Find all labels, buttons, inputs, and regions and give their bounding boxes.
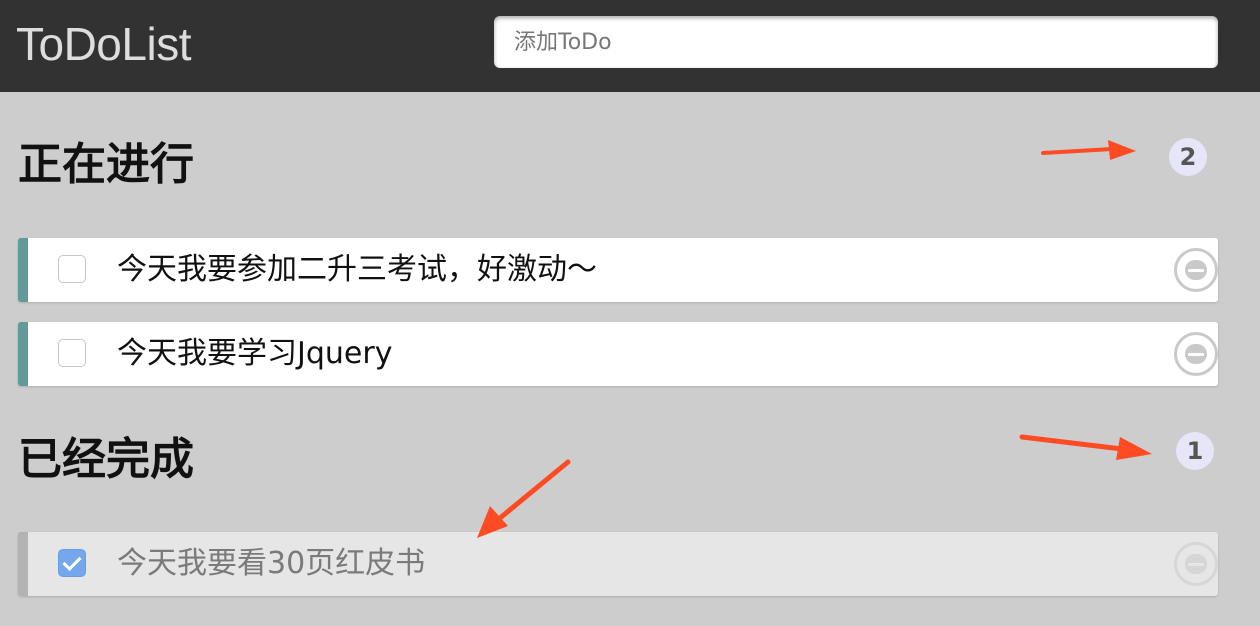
remove-circle-icon[interactable]: [1174, 248, 1218, 292]
todo-checkbox[interactable]: [58, 255, 86, 283]
app-title: ToDoList: [16, 18, 191, 70]
section-title-done: 已经完成: [18, 434, 194, 485]
todo-checkbox[interactable]: [58, 339, 86, 367]
add-todo-input[interactable]: [494, 16, 1218, 68]
section-title-in-progress: 正在进行: [18, 139, 194, 190]
todo-text: 今天我要参加二升三考试，好激动～: [117, 252, 597, 287]
remove-circle-icon[interactable]: [1174, 542, 1218, 586]
app-header: ToDoList: [0, 0, 1260, 92]
todo-item[interactable]: 今天我要参加二升三考试，好激动～: [18, 238, 1218, 302]
arrow-icon: [477, 459, 571, 538]
arrow-icon: [1041, 140, 1136, 160]
done-item[interactable]: 今天我要看30页红皮书: [18, 532, 1218, 596]
checkmark-icon[interactable]: [58, 549, 86, 577]
done-count-badge: 1: [1176, 432, 1214, 470]
remove-circle-icon[interactable]: [1174, 332, 1218, 376]
done-text: 今天我要看30页红皮书: [117, 546, 426, 581]
todo-item[interactable]: 今天我要学习Jquery: [18, 322, 1218, 386]
in-progress-count-badge: 2: [1169, 138, 1207, 176]
todo-text: 今天我要学习Jquery: [117, 336, 393, 371]
arrow-icon: [1019, 434, 1152, 460]
